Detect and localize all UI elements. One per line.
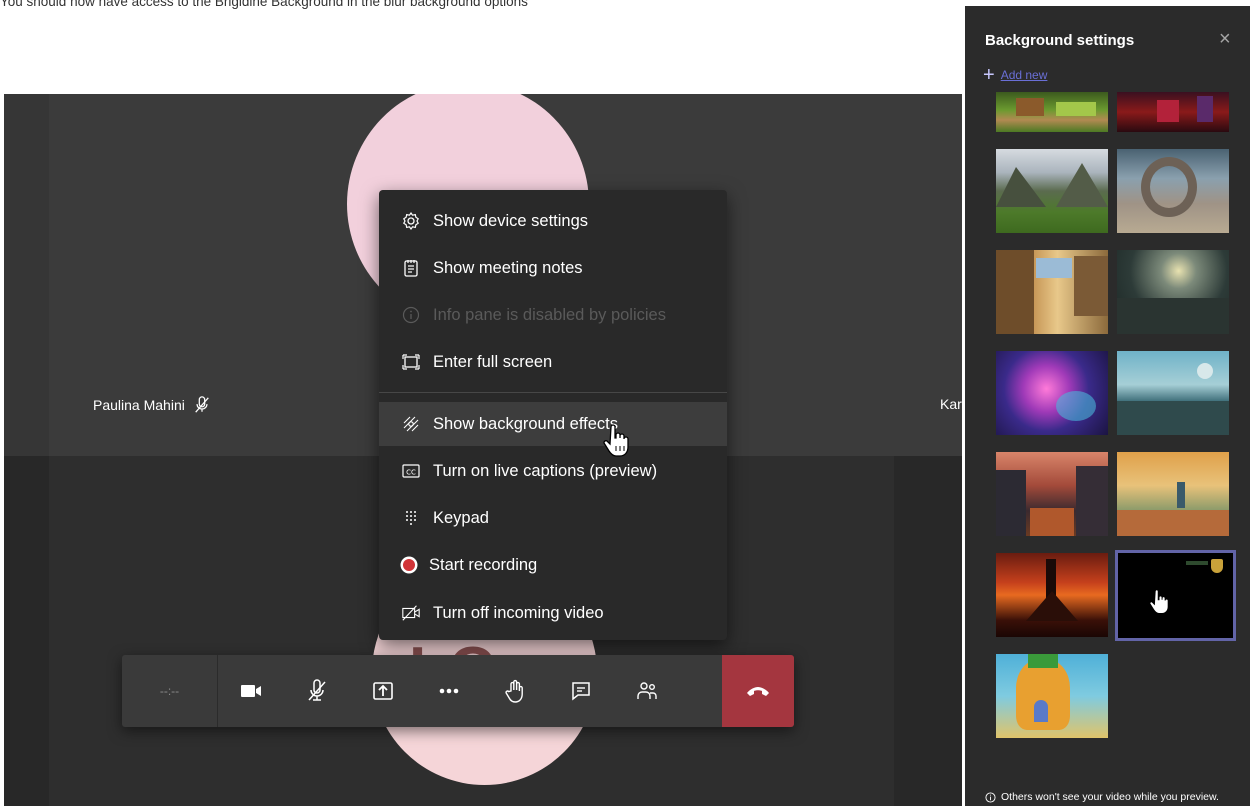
participant-name-left: Paulina Mahini <box>93 396 211 414</box>
preview-notice-text: Others won't see your video while you pr… <box>1001 791 1219 803</box>
participants-icon <box>637 682 657 699</box>
menu-item-live-captions[interactable]: CC Turn on live captions (preview) <box>379 449 727 493</box>
camera-icon <box>241 685 261 697</box>
background-thumbnail[interactable] <box>996 654 1108 738</box>
record-icon <box>399 555 419 575</box>
mic-muted-icon <box>195 396 209 413</box>
background-thumbnail[interactable] <box>1117 92 1229 132</box>
menu-item-info-pane: Info pane is disabled by policies <box>379 293 727 337</box>
hangup-icon <box>747 687 769 696</box>
hand-cursor-icon <box>1149 589 1169 614</box>
add-new-button[interactable]: + Add new <box>983 65 1047 85</box>
menu-item-label: Show meeting notes <box>433 258 583 277</box>
video-off-icon <box>401 603 421 623</box>
menu-item-full-screen[interactable]: Enter full screen <box>379 340 727 384</box>
background-thumbnail[interactable] <box>996 553 1108 637</box>
panel-title: Background settings <box>985 32 1135 49</box>
menu-item-label: Show background effects <box>433 414 618 433</box>
background-effects-icon <box>401 414 421 434</box>
menu-item-label: Enter full screen <box>433 352 553 371</box>
share-icon <box>373 682 393 700</box>
svg-text:CC: CC <box>406 469 416 477</box>
background-thumbnail-selected[interactable] <box>1115 550 1236 641</box>
call-timer: --:-- <box>122 655 218 727</box>
more-actions-menu: Show device settings Show meeting notes … <box>379 190 727 640</box>
chat-icon <box>572 682 590 701</box>
more-actions-button[interactable] <box>416 655 482 727</box>
gear-icon <box>401 211 421 231</box>
participants-button[interactable] <box>614 655 680 727</box>
menu-item-label: Turn on live captions (preview) <box>433 461 658 480</box>
background-thumbnail[interactable] <box>996 250 1108 334</box>
background-thumbnail[interactable] <box>996 452 1108 536</box>
fullscreen-icon <box>401 352 421 372</box>
background-thumbnail[interactable] <box>1117 351 1229 435</box>
menu-item-meeting-notes[interactable]: Show meeting notes <box>379 246 727 290</box>
info-icon <box>985 791 996 803</box>
participant-name-right: Kar <box>940 396 962 412</box>
notes-icon <box>401 258 421 278</box>
plus-icon: + <box>983 64 995 86</box>
background-thumbnail[interactable] <box>996 149 1108 233</box>
menu-item-start-recording[interactable]: Start recording <box>379 543 727 587</box>
background-thumbnail[interactable] <box>1117 250 1229 334</box>
participant-name-text: Paulina Mahini <box>93 397 185 413</box>
add-new-label: Add new <box>1000 68 1048 82</box>
menu-separator <box>379 392 727 393</box>
menu-item-incoming-video[interactable]: Turn off incoming video <box>379 591 727 635</box>
more-icon <box>439 688 459 694</box>
instruction-text: You should now have access to the Brigid… <box>0 0 528 9</box>
info-icon <box>401 305 421 325</box>
background-thumbnail[interactable] <box>1117 149 1229 233</box>
background-thumbnail[interactable] <box>996 92 1108 132</box>
menu-item-label: Keypad <box>433 508 489 527</box>
menu-item-device-settings[interactable]: Show device settings <box>379 199 727 243</box>
camera-button[interactable] <box>218 655 284 727</box>
menu-item-label: Show device settings <box>433 211 589 230</box>
hangup-button[interactable] <box>722 655 794 727</box>
captions-icon: CC <box>401 461 421 481</box>
background-settings-panel: Background settings × + Add new Others w… <box>965 6 1250 806</box>
background-thumbnail[interactable] <box>996 351 1108 435</box>
menu-item-label: Turn off incoming video <box>433 603 604 622</box>
mic-button[interactable] <box>284 655 350 727</box>
raise-hand-button[interactable] <box>482 655 548 727</box>
preview-notice: Others won't see your video while you pr… <box>985 791 1219 803</box>
menu-item-background-effects[interactable]: Show background effects <box>379 402 727 446</box>
hand-cursor-icon <box>603 424 629 457</box>
raise-hand-icon <box>505 679 523 703</box>
call-toolbar: --:-- <box>122 655 794 727</box>
close-button[interactable]: × <box>1219 28 1231 51</box>
menu-item-label: Info pane is disabled by policies <box>433 305 666 324</box>
background-thumbnail[interactable] <box>1117 452 1229 536</box>
share-button[interactable] <box>350 655 416 727</box>
menu-item-label: Start recording <box>429 555 538 574</box>
chat-button[interactable] <box>548 655 614 727</box>
mic-muted-icon <box>308 679 326 701</box>
keypad-icon <box>401 508 421 528</box>
menu-item-keypad[interactable]: Keypad <box>379 496 727 540</box>
